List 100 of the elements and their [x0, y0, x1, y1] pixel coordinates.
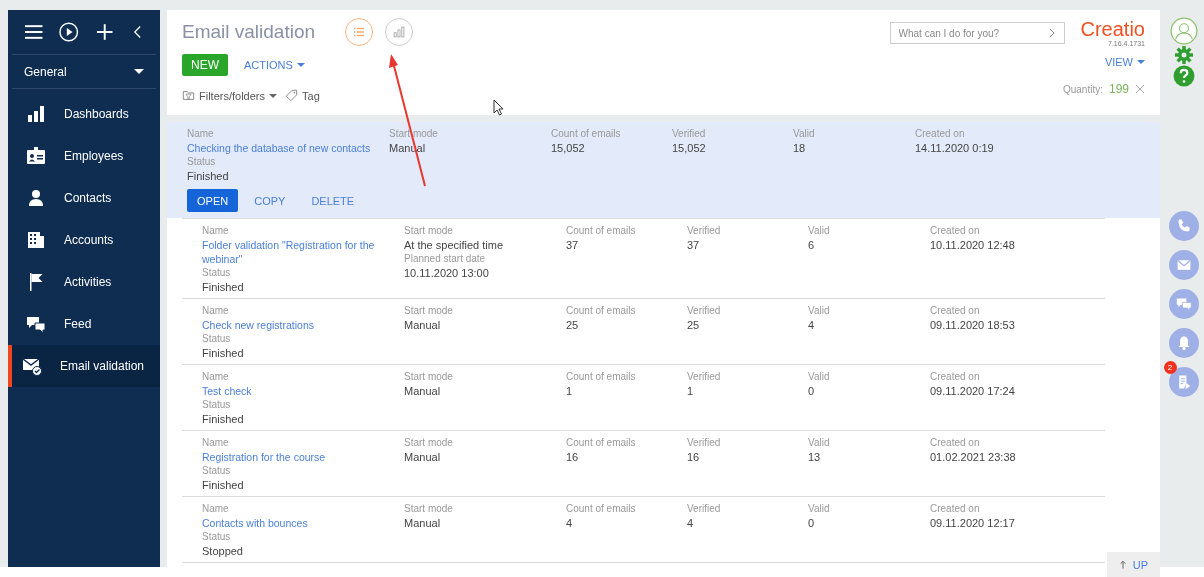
field-value: 37: [566, 238, 580, 252]
menu-icon[interactable]: [24, 22, 44, 42]
nav-item[interactable]: Feed: [8, 303, 160, 345]
nav-label: Feed: [64, 317, 92, 331]
plus-icon[interactable]: [94, 22, 115, 42]
field-label: Created on: [930, 224, 981, 238]
tag-icon: [285, 89, 299, 103]
notification-badge: 2: [1163, 361, 1177, 374]
field-label: Start mode: [404, 370, 454, 384]
chat-bubbles-icon: [1175, 296, 1192, 312]
field-label: Verified: [687, 304, 722, 318]
user-avatar-icon[interactable]: [1169, 17, 1198, 45]
field-label: Start mode: [404, 304, 454, 318]
quantity-value: 199: [1108, 82, 1129, 96]
list-row[interactable]: Name Contacts with bounces Status Stopped Start mode Manual Count of emails 4 Verified 4 Valid 0 Created on 09.11.2020 12:17: [182, 496, 1105, 562]
field-value: Stopped: [202, 544, 244, 558]
field-label: Count of emails: [566, 502, 637, 516]
field-label: Start mode: [404, 224, 454, 238]
record-link[interactable]: Check new registrations: [202, 318, 392, 332]
field-value: 25: [687, 318, 701, 332]
bar-chart-icon: [26, 104, 46, 124]
field-label: Valid: [793, 127, 816, 141]
field-label: Verified: [687, 224, 722, 238]
tag-button[interactable]: Tag: [285, 89, 320, 103]
field-label: Status: [202, 266, 232, 280]
list-row[interactable]: Name Check new registrations Status Finished Start mode Manual Count of emails 25 Verified 25 Valid 4 Created on 09.11.2020 18:53: [182, 298, 1105, 364]
field-label: Name: [202, 370, 230, 384]
actions-menu[interactable]: ACTIONS: [244, 59, 305, 72]
field-value: Finished: [202, 280, 245, 294]
record-link[interactable]: Test check: [202, 384, 392, 398]
bell-button[interactable]: [1168, 328, 1199, 358]
record-link[interactable]: Registration for the course: [202, 450, 392, 464]
field-label: Status: [187, 155, 217, 169]
filters-folders-menu[interactable]: Filters/folders: [182, 89, 278, 103]
envelope-check-icon: [22, 356, 42, 376]
field-label: Status: [202, 530, 232, 544]
nav-label: Dashboards: [64, 107, 129, 121]
list-row[interactable]: Name Registration for the course Status Finished Start mode Manual Count of emails 16 Verified 16 Valid 13 Created on 01.02.2021 23:38: [182, 430, 1105, 496]
field-label: Verified: [687, 436, 722, 450]
nav-item[interactable]: Contacts: [8, 177, 160, 219]
field-value: 0: [808, 516, 816, 530]
field-label: Name: [202, 304, 230, 318]
chat-bubbles-icon: [26, 314, 46, 334]
field-label: Valid: [808, 502, 831, 516]
envelope-icon: [1175, 257, 1192, 273]
field-value: 09.11.2020 12:17: [930, 516, 1016, 530]
section-dropdown[interactable]: General: [12, 55, 156, 89]
arrow-up-icon: [1118, 560, 1127, 569]
record-link[interactable]: Folder validation "Registration for the webinar": [202, 238, 392, 266]
field-label: Created on: [930, 502, 981, 516]
help-icon[interactable]: [1172, 65, 1195, 87]
field-value: 4: [808, 318, 816, 332]
field-value: 6: [808, 238, 816, 252]
play-icon[interactable]: [59, 22, 79, 42]
quantity-label: Quantity:: [1062, 83, 1103, 95]
logo: Creatio: [1080, 18, 1145, 40]
record-link[interactable]: Contacts with bounces: [202, 516, 392, 530]
nav-item[interactable]: Accounts: [8, 219, 160, 261]
field-label: Verified: [687, 502, 722, 516]
field-label: Name: [202, 436, 230, 450]
search-field[interactable]: What can I do for you?: [889, 22, 1065, 44]
id-badge-icon: [26, 146, 46, 166]
field-value: 0: [808, 384, 816, 398]
field-label: Name: [202, 224, 230, 238]
chat-button[interactable]: [1168, 289, 1199, 319]
field-label: Name: [202, 502, 230, 516]
nav-item[interactable]: Email validation: [8, 345, 160, 387]
close-icon[interactable]: [1135, 84, 1145, 94]
folder-filter-icon: [182, 89, 195, 103]
scroll-up-button[interactable]: UP: [1107, 552, 1160, 577]
nav-label: Employees: [64, 149, 124, 163]
list-row[interactable]: Name Test check Status Finished Start mode Manual Count of emails 1 Verified 1 Valid 0 Created on 09.11.2020 17:24: [182, 364, 1105, 430]
gear-icon[interactable]: [1173, 45, 1194, 65]
field-label: Verified: [672, 127, 707, 141]
field-label: Valid: [808, 370, 831, 384]
open-button[interactable]: OPEN: [187, 189, 239, 212]
phone-icon: [1175, 218, 1192, 234]
field-value: 13: [808, 450, 822, 464]
field-value: 16: [566, 450, 580, 464]
field-value: At the specified time: [404, 238, 505, 252]
field-label: Start mode: [404, 436, 454, 450]
field-value: 4: [687, 516, 695, 530]
nav-item[interactable]: Activities: [8, 261, 160, 303]
field-value: Finished: [202, 478, 245, 492]
nav-label: Activities: [64, 275, 112, 289]
nav-label: Contacts: [64, 191, 112, 205]
field-value: 09.11.2020 18:53: [930, 318, 1016, 332]
mail-button[interactable]: [1168, 250, 1199, 280]
field-value: 01.02.2021 23:38: [930, 450, 1017, 464]
person-icon: [26, 188, 46, 208]
nav-label: Email validation: [60, 359, 145, 373]
nav-item[interactable]: Employees: [8, 135, 160, 177]
building-icon: [26, 230, 46, 250]
field-value: Finished: [202, 346, 245, 360]
phone-button[interactable]: [1168, 211, 1199, 241]
field-label: Start mode: [389, 127, 439, 141]
view-menu[interactable]: VIEW: [1104, 56, 1145, 68]
field-label: Count of emails: [566, 224, 637, 238]
process-button[interactable]: [1168, 367, 1199, 397]
nav-item[interactable]: Dashboards: [8, 93, 160, 135]
